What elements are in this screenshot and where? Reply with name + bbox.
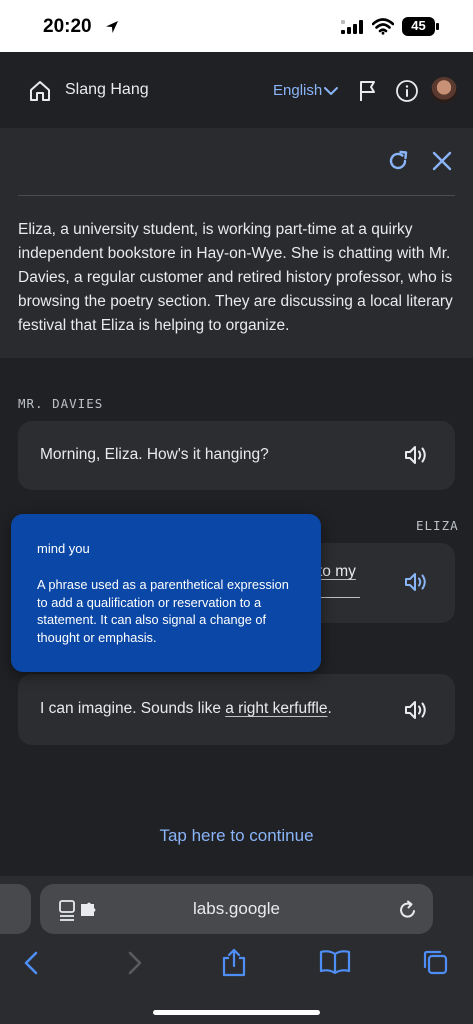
close-icon[interactable]: [431, 150, 453, 172]
tooltip-term: mind you: [37, 541, 90, 556]
bookmarks-icon[interactable]: [319, 949, 351, 975]
flag-icon[interactable]: [357, 79, 379, 103]
underline-fragment: [318, 597, 360, 598]
reload-icon[interactable]: [398, 899, 418, 921]
battery-tip: [436, 23, 439, 30]
avatar[interactable]: [431, 77, 457, 103]
speaker-label: ELIZA: [416, 518, 459, 533]
message-text-after: .: [327, 700, 332, 717]
app-title: Slang Hang: [65, 81, 149, 98]
language-selector[interactable]: English: [273, 82, 322, 99]
location-arrow-icon: [106, 21, 118, 33]
home-icon[interactable]: [28, 79, 52, 103]
url-text: labs.google: [193, 899, 280, 918]
chevron-down-icon[interactable]: [323, 84, 339, 98]
message-text: I can imagine. Sounds like a right kerfu…: [40, 700, 332, 718]
continue-link[interactable]: Tap here to continue: [0, 826, 473, 846]
cellular-signal-icon: [341, 20, 363, 34]
speaker-icon[interactable]: [403, 570, 429, 594]
tabs-icon[interactable]: [421, 948, 449, 976]
message-text-before: I can imagine. Sounds like: [40, 700, 226, 717]
panel-divider: [18, 195, 455, 196]
speaker-icon[interactable]: [403, 698, 429, 722]
slang-link[interactable]: a right kerfuffle: [225, 700, 327, 717]
back-icon[interactable]: [20, 950, 44, 976]
wifi-icon: [372, 18, 394, 35]
message-text-fragment[interactable]: to my: [318, 563, 356, 581]
definition-tooltip: mind you A phrase used as a parenthetica…: [11, 514, 321, 672]
tooltip-definition: A phrase used as a parenthetical express…: [37, 577, 289, 645]
share-icon[interactable]: [221, 947, 247, 977]
message-text: Morning, Eliza. How's it hanging?: [40, 446, 269, 463]
battery-icon: 45: [402, 17, 435, 36]
home-indicator: [153, 1010, 320, 1015]
speaker-icon[interactable]: [403, 443, 429, 467]
refresh-icon[interactable]: [386, 149, 410, 173]
scenario-text: Eliza, a university student, is working …: [18, 221, 453, 334]
previous-tab-pill[interactable]: [0, 884, 31, 934]
status-time: 20:20: [43, 16, 92, 37]
speaker-label: MR. DAVIES: [18, 396, 104, 411]
battery-level: 45: [411, 18, 426, 33]
info-icon[interactable]: [395, 79, 419, 103]
forward-icon[interactable]: [122, 950, 146, 976]
